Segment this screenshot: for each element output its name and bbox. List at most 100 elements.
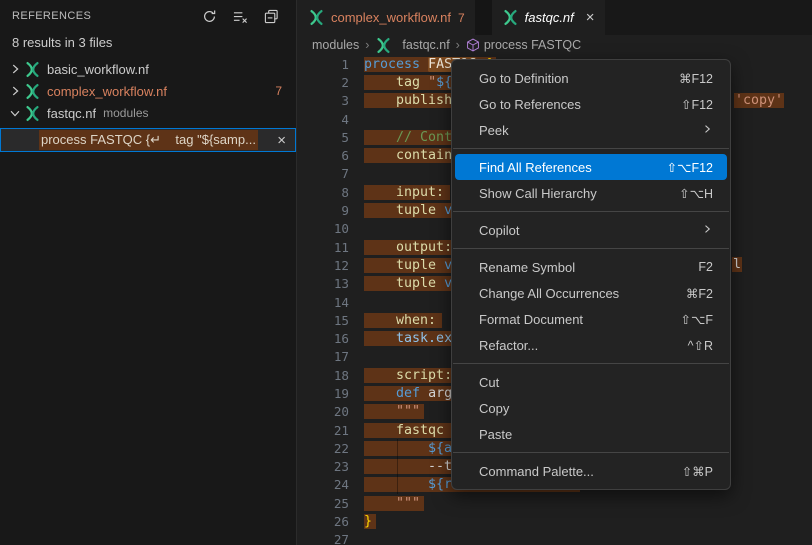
menu-item-shortcut: ⇧⌥H — [679, 186, 713, 201]
reference-result-item[interactable]: process FASTQC {↵ tag "${samp...× — [0, 128, 296, 152]
token: l — [733, 257, 741, 272]
vscode-window: REFERENCES 8 results in 3 files basic_wo… — [0, 0, 812, 545]
breadcrumb-item-modules[interactable]: modules — [312, 38, 359, 52]
line-number: 3 — [298, 93, 349, 108]
menu-item-shortcut: ⇧⌘P — [682, 464, 713, 479]
line-number: 23 — [298, 459, 349, 474]
line-number: 5 — [298, 130, 349, 145]
tree-item-complex-workflow-nf[interactable]: complex_workflow.nf 7 — [0, 80, 296, 102]
nextflow-icon — [502, 9, 525, 26]
line-number: 13 — [298, 276, 349, 291]
line-number: 2 — [298, 75, 349, 90]
code-text-right-fragment: l — [732, 257, 742, 272]
line-number: 25 — [298, 496, 349, 511]
code-line: 27 — [298, 531, 812, 545]
menu-item-go-to-definition[interactable]: Go to Definition⌘F12 — [455, 65, 727, 91]
tree-item-fastqc-nf[interactable]: fastqc.nfmodules — [0, 102, 296, 124]
menu-item-refactor[interactable]: Refactor...^⇧R — [455, 332, 727, 358]
menu-item-show-call-hierarchy[interactable]: Show Call Hierarchy⇧⌥H — [455, 180, 727, 206]
menu-item-shortcut: F2 — [698, 260, 713, 274]
token: when: — [396, 313, 436, 328]
tab-complex-workflow-nf[interactable]: complex_workflow.nf7 — [298, 0, 475, 35]
token: tuple — [396, 276, 444, 291]
menu-item-shortcut: ⌘F12 — [679, 71, 713, 86]
line-number: 26 — [298, 514, 349, 529]
code-text: output: — [364, 240, 458, 255]
menu-item-label: Refactor... — [479, 338, 688, 353]
breadcrumb-item-fastqc-nf[interactable]: fastqc.nf — [375, 37, 449, 54]
line-number: 18 — [298, 368, 349, 383]
menu-item-rename-symbol[interactable]: Rename SymbolF2 — [455, 254, 727, 280]
panel-title: REFERENCES — [12, 10, 200, 22]
reference-count-badge: 7 — [275, 84, 282, 98]
code-text: """ — [364, 496, 424, 511]
panel-actions — [200, 7, 284, 25]
refresh-icon-button[interactable] — [200, 7, 218, 25]
token — [364, 313, 396, 328]
menu-item-label: Go to References — [479, 97, 681, 112]
menu-item-label: Format Document — [479, 312, 680, 327]
results-summary: 8 results in 3 files — [0, 32, 296, 58]
menu-item-shortcut: ^⇧R — [688, 338, 713, 353]
menu-item-label: Command Palette... — [479, 464, 682, 479]
token: """ — [396, 496, 420, 511]
code-text: when: — [364, 313, 442, 328]
menu-item-copilot[interactable]: Copilot — [455, 217, 727, 243]
token — [364, 203, 396, 218]
line-number: 14 — [298, 295, 349, 310]
line-number: 11 — [298, 240, 349, 255]
tab-label: complex_workflow.nf — [331, 10, 451, 25]
line-number: 16 — [298, 331, 349, 346]
breadcrumb-label: fastqc.nf — [402, 38, 449, 52]
symbol-cube-icon — [466, 38, 480, 52]
tree-item-basic-workflow-nf[interactable]: basic_workflow.nf — [0, 58, 296, 80]
token — [364, 423, 396, 438]
nextflow-icon — [24, 105, 47, 122]
code-line: 26} — [298, 512, 812, 530]
tree-item-label: complex_workflow.nf — [47, 84, 167, 99]
token — [364, 93, 396, 108]
close-icon[interactable]: × — [586, 10, 595, 25]
close-icon[interactable]: × — [277, 133, 286, 148]
menu-item-label: Rename Symbol — [479, 260, 698, 275]
token — [420, 57, 428, 72]
token: input: — [396, 185, 444, 200]
code-text: """ — [364, 404, 424, 419]
menu-separator — [453, 452, 729, 453]
context-menu: Go to Definition⌘F12Go to References⇧F12… — [451, 59, 731, 490]
menu-item-command-palette[interactable]: Command Palette...⇧⌘P — [455, 458, 727, 484]
tree-item-label: basic_workflow.nf — [47, 62, 149, 77]
menu-item-change-all-occurrences[interactable]: Change All Occurrences⌘F2 — [455, 280, 727, 306]
code-text: fastqc \ — [364, 423, 464, 438]
clear-all-icon-button[interactable] — [231, 7, 249, 25]
menu-item-shortcut: ⌘F2 — [686, 286, 713, 301]
breadcrumb-label: process FASTQC — [484, 38, 581, 52]
token: tuple — [396, 203, 444, 218]
tab-bar: complex_workflow.nf7 fastqc.nf× — [298, 0, 812, 35]
menu-separator — [453, 363, 729, 364]
menu-item-cut[interactable]: Cut — [455, 369, 727, 395]
code-text: script: — [364, 368, 458, 383]
chevron-right-icon — [6, 62, 24, 76]
token: tuple — [396, 258, 444, 273]
chevron-down-icon — [6, 106, 24, 120]
menu-item-copy[interactable]: Copy — [455, 395, 727, 421]
code-text: } — [364, 514, 376, 529]
menu-item-find-all-references[interactable]: Find All References⇧⌥F12 — [455, 154, 727, 180]
breadcrumb-item-process-fastqc[interactable]: process FASTQC — [466, 38, 581, 52]
tab-fastqc-nf[interactable]: fastqc.nf× — [492, 0, 605, 35]
menu-item-format-document[interactable]: Format Document⇧⌥F — [455, 306, 727, 332]
token: process — [364, 57, 420, 72]
token — [364, 404, 396, 419]
menu-item-paste[interactable]: Paste — [455, 421, 727, 447]
collapse-all-icon-button[interactable] — [262, 7, 280, 25]
token — [364, 148, 396, 163]
nextflow-icon — [24, 83, 47, 100]
token — [364, 368, 396, 383]
menu-item-peek[interactable]: Peek — [455, 117, 727, 143]
menu-item-go-to-references[interactable]: Go to References⇧F12 — [455, 91, 727, 117]
menu-item-label: Show Call Hierarchy — [479, 186, 679, 201]
menu-item-label: Cut — [479, 375, 713, 390]
line-number: 27 — [298, 532, 349, 545]
token: script: — [396, 368, 452, 383]
